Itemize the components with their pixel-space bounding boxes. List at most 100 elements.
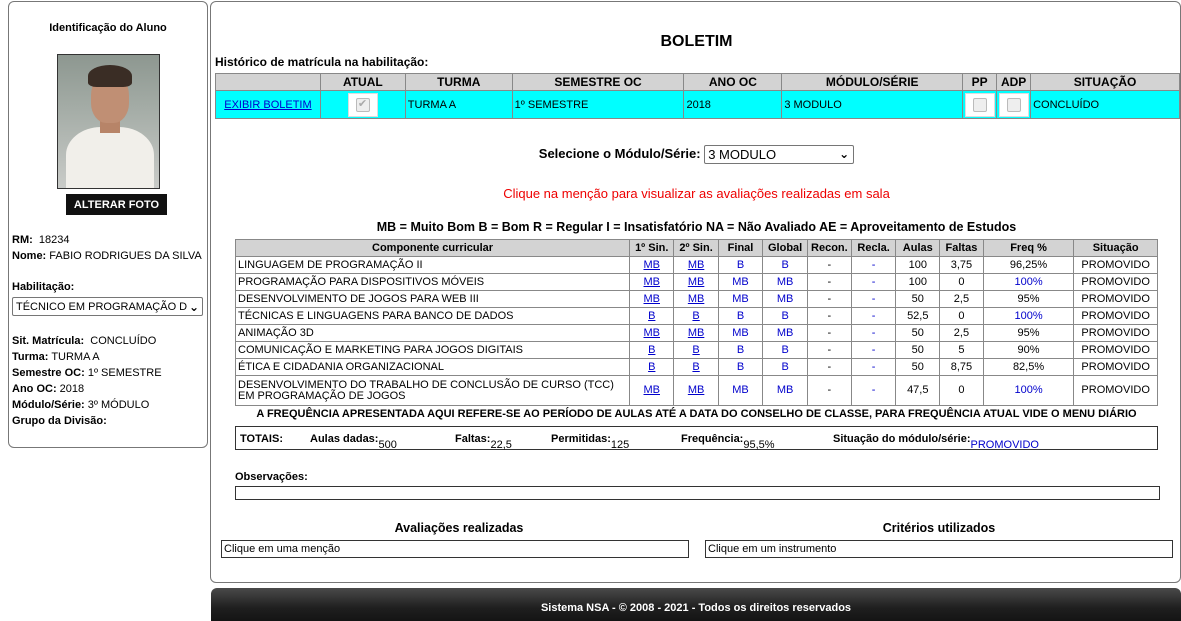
grades-cell-recon: - [806,290,852,308]
grades-value: - [827,259,832,271]
grades-cell-aulas: 47,5 [895,375,941,406]
grade-mention-link[interactable]: MB [688,276,705,288]
grades-value: B [736,344,745,356]
grades-value: 2,5 [953,293,970,305]
student-panel-title: Identificação do Aluno [49,22,167,34]
grades-component: LINGUAGEM DE PROGRAMAÇÃO II [234,256,631,274]
grades-cell-sit: PROMOVIDO [1073,375,1158,406]
grades-value: MB [776,293,794,305]
grades-cell-recla: - [850,341,897,359]
ano-line: Ano OC: 2018 [12,383,84,395]
grade-mention-link[interactable]: MB [688,259,705,271]
student-photo [57,54,160,189]
exibir-boletim-link[interactable]: EXIBIR BOLETIM [224,99,311,111]
grades-header: Aulas [895,239,941,257]
grades-component: COMUNICAÇÃO E MARKETING PARA JOGOS DIGIT… [234,341,631,359]
sit-matricula-line: Sit. Matrícula: CONCLUÍDO [12,335,156,347]
grades-row: COMUNICAÇÃO E MARKETING PARA JOGOS DIGIT… [234,341,1158,359]
grades-cell-recla: - [850,273,897,291]
grade-mention-link[interactable]: MB [644,276,661,288]
grades-cell-recla: - [850,290,897,308]
grades-cell-freq: 90% [982,341,1075,359]
grades-cell-freq: 82,5% [982,358,1075,376]
grade-mention-link[interactable]: B [648,361,655,373]
grade-mention-link[interactable]: MB [644,384,661,396]
grades-cell-global: MB [762,273,808,291]
grades-value: - [871,293,876,305]
change-photo-button[interactable]: ALTERAR FOTO [66,194,167,215]
grades-value: MB [776,384,794,396]
boletim-panel: BOLETIM Histórico de matrícula na habili… [210,1,1181,583]
grade-mention-link[interactable]: B [692,361,699,373]
grades-cell-s1: MB [629,324,675,342]
grades-value: 2,5 [953,327,970,339]
grades-value: 100% [1014,384,1043,396]
semestre-value: 1º SEMESTRE [87,367,162,379]
grades-component: PROGRAMAÇÃO PARA DISPOSITIVOS MÓVEIS [234,273,631,291]
grade-mention-link[interactable]: B [692,310,699,322]
grade-mention-link[interactable]: MB [688,327,705,339]
grades-cell-faltas: 8,75 [939,358,984,376]
grades-value: DESENVOLVIMENTO DE JOGOS PARA WEB III [238,293,479,305]
grades-cell-final: B [717,358,764,376]
grade-mention-link[interactable]: B [648,310,655,322]
grades-value: - [827,361,832,373]
grades-cell-freq: 95% [982,324,1075,342]
grades-value: - [871,344,876,356]
grades-cell-sit: PROMOVIDO [1073,341,1158,359]
semestre-label: Semestre OC: [12,367,85,379]
grades-cell-sit: PROMOVIDO [1073,290,1158,308]
grades-value: 3,75 [950,259,973,271]
habilitacao-select[interactable]: TÉCNICO EM PROGRAMAÇÃO D ⌄ [12,297,203,316]
grades-cell-recon: - [806,307,852,325]
grades-component: TÉCNICAS E LINGUAGENS PARA BANCO DE DADO… [234,307,631,325]
totals-box: TOTAIS: Aulas dadas: 500 Faltas: 22,5 Pe… [235,426,1158,451]
grades-cell-s2: B [673,307,719,325]
grades-component: DESENVOLVIMENTO DO TRABALHO DE CONCLUSÃO… [234,375,631,406]
grade-mention-link[interactable]: MB [644,327,661,339]
rm-value: 18234 [38,234,70,246]
grade-mention-link[interactable]: B [692,344,699,356]
grades-cell-s1: B [629,341,675,359]
pp-checkbox [964,92,995,117]
grades-value: - [871,361,876,373]
grade-mention-link[interactable]: MB [644,259,661,271]
observacoes-box [235,486,1160,500]
grades-cell-aulas: 100 [895,273,941,291]
observacoes-label: Observações: [235,471,308,483]
grades-cell-recon: - [806,256,852,274]
grades-cell-recon: - [806,358,852,376]
grades-row: DESENVOLVIMENTO DE JOGOS PARA WEB III MB M… [234,290,1158,308]
grades-row: ÉTICA E CIDADANIA ORGANIZACIONAL B B B B - - 50… [234,358,1158,376]
modulo-select-label: Selecione o Módulo/Série: [538,145,701,161]
grades-value: PROMOVIDO [1081,259,1150,271]
grade-mention-link[interactable]: MB [688,384,705,396]
grades-row: TÉCNICAS E LINGUAGENS PARA BANCO DE DADO… [234,307,1158,325]
grades-value: LINGUAGEM DE PROGRAMAÇÃO II [238,259,423,271]
grades-cell-s2: MB [673,324,719,342]
modulo-select[interactable]: 3 MODULO ⌄ [704,145,855,164]
grades-component: ÉTICA E CIDADANIA ORGANIZACIONAL [234,358,631,376]
grades-value: B [781,310,789,322]
atual-checkbox [347,92,378,117]
grades-value: - [871,276,876,288]
grades-value: 95% [1017,293,1040,305]
grades-value: 100% [1014,276,1043,288]
grades-value: B [736,310,745,322]
grades-body: LINGUAGEM DE PROGRAMAÇÃO II MB MB B B - -100 3,… [234,256,1158,406]
total-faltas: Faltas: 22,5 [455,433,512,451]
student-panel: Identificação do Aluno ALTERAR FOTO RM: … [8,1,208,448]
grade-mention-link[interactable]: B [648,344,655,356]
grades-cell-s1: B [629,307,675,325]
click-hint-warning: Clique na menção para visualizar as aval… [503,186,890,201]
grades-cell-s2: MB [673,375,719,406]
grades-value: - [827,344,832,356]
nome-value: FABIO RODRIGUES DA SILVA [49,250,202,262]
grades-cell-s2: MB [673,290,719,308]
grades-row: DESENVOLVIMENTO DO TRABALHO DE CONCLUSÃO… [234,375,1158,406]
grade-mention-link[interactable]: MB [688,293,705,305]
grades-value: MB [732,276,749,288]
historico-semestre: 1º SEMESTRE [511,90,685,119]
grade-mention-link[interactable]: MB [644,293,661,305]
grades-cell-s1: MB [629,273,675,291]
